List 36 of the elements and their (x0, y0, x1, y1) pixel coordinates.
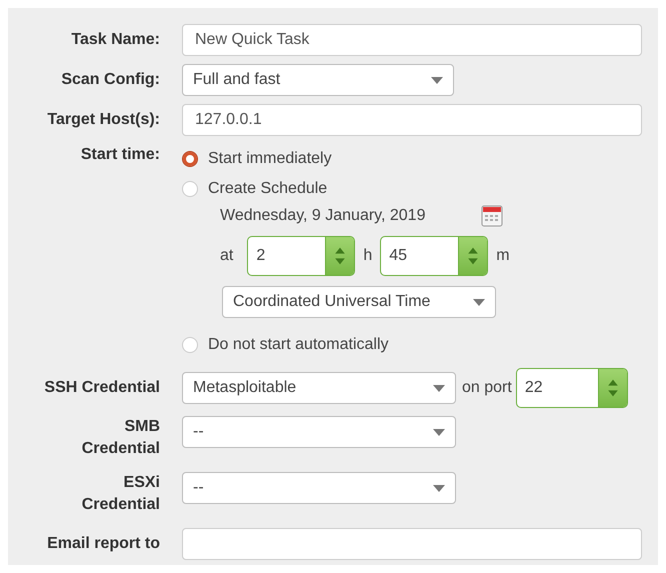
spinner-arrows-icon[interactable] (467, 245, 480, 267)
minute-unit: m (496, 247, 510, 265)
field-label: SMB Credential (80, 417, 160, 459)
timezone-dropdown[interactable]: Coordinated Universal Time (222, 286, 496, 318)
ssh-credential-dropdown[interactable]: Metasploitable (182, 372, 456, 404)
radio-option[interactable]: Create Schedule (182, 174, 510, 204)
port-spinner[interactable]: 22 (516, 368, 628, 408)
caret-icon (431, 77, 443, 84)
spinner-arrows-icon[interactable] (334, 245, 346, 267)
minute-spinner[interactable]: 45 (380, 236, 488, 276)
task-name-field[interactable]: New Quick Task (182, 24, 642, 56)
field-label: Scan Config: (60, 70, 160, 90)
port-label: on port (462, 379, 512, 397)
esxi-credential-dropdown[interactable]: -- (182, 472, 456, 504)
field-label: Task Name: (70, 30, 160, 50)
scan-config-dropdown[interactable]: Full and fast (182, 64, 454, 96)
caret-icon (473, 299, 485, 306)
schedule-date: Wednesday, 9 January, 2019 (220, 207, 426, 225)
spinner-arrows-icon[interactable] (606, 377, 619, 399)
field-label: Target Host(s): (46, 110, 160, 130)
field-label: Email report to (46, 534, 160, 554)
hour-spinner[interactable]: 2 (247, 236, 356, 276)
caret-icon (433, 429, 445, 436)
radio-option[interactable]: Do not start automatically (182, 330, 510, 360)
field-label: Start time: (80, 145, 160, 165)
email-field[interactable] (182, 528, 642, 560)
target-hosts-field[interactable]: 127.0.0.1 (182, 104, 642, 136)
hour-unit: h (363, 247, 372, 265)
smb-credential-dropdown[interactable]: -- (182, 416, 456, 448)
caret-icon (433, 385, 445, 392)
field-label: ESXi Credential (80, 473, 160, 515)
calendar-icon[interactable] (481, 205, 504, 227)
at-label: at (220, 247, 234, 265)
radio-option[interactable]: Start immediately (182, 144, 510, 174)
caret-icon (433, 485, 445, 492)
field-label: SSH Credential (43, 378, 160, 398)
